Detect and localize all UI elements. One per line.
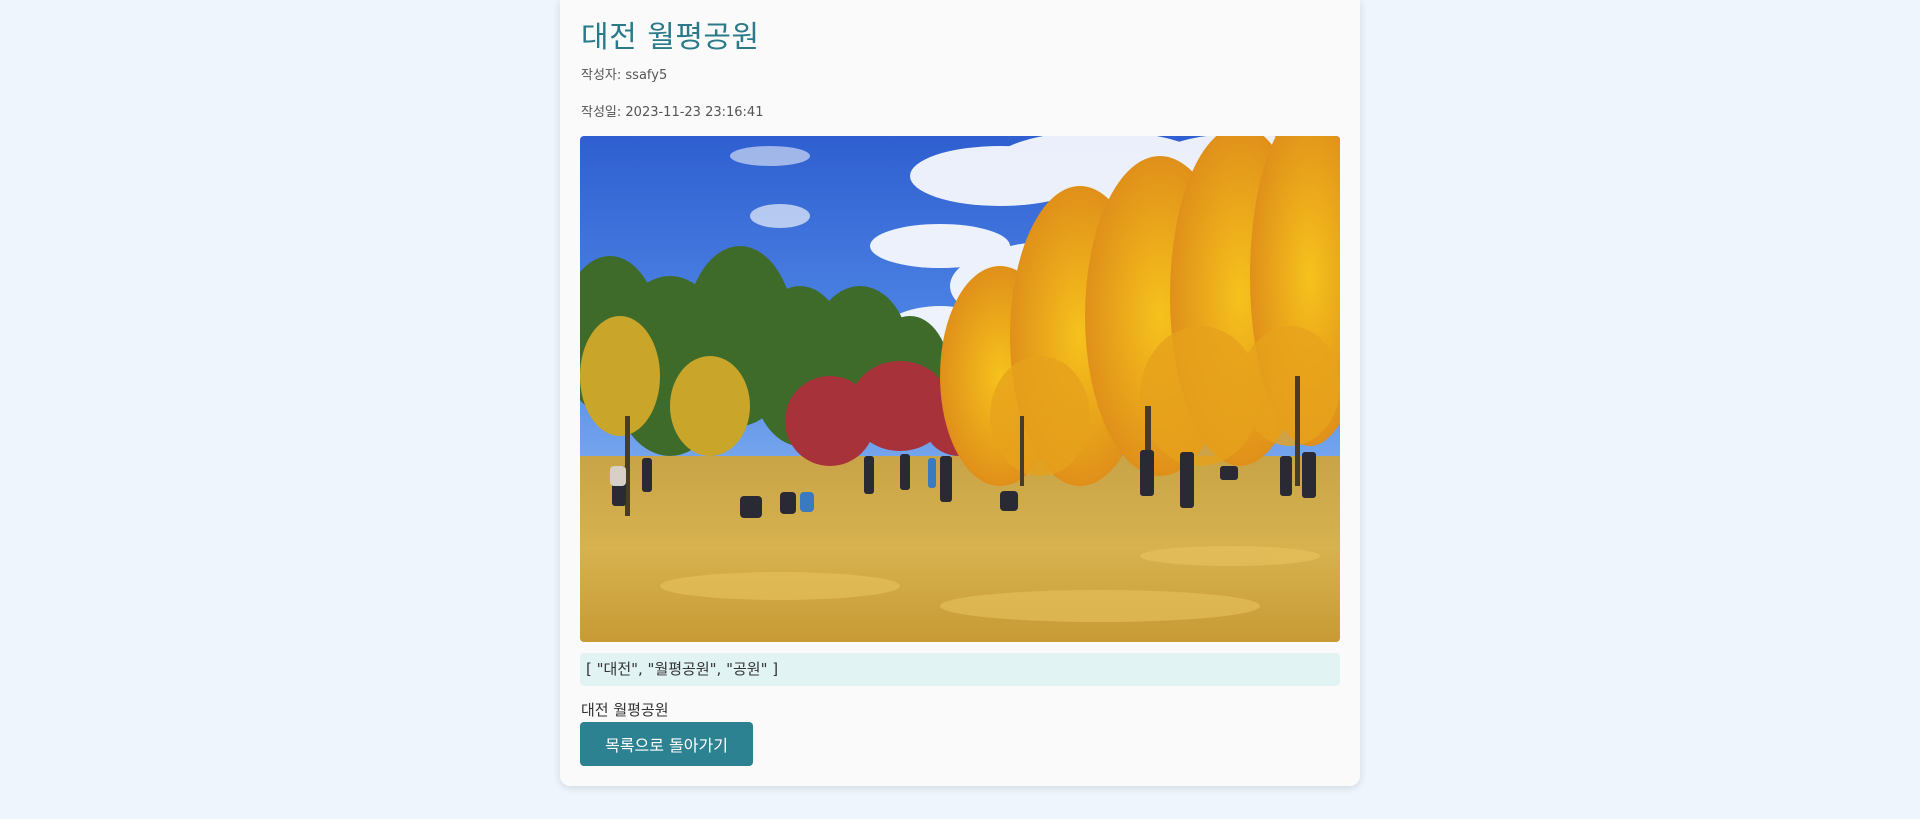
post-tags: [ "대전", "월평공원", "공원" ] xyxy=(580,653,1340,686)
back-to-list-button[interactable]: 목록으로 돌아가기 xyxy=(580,722,753,766)
post-detail-card: 대전 월평공원 작성자: ssafy5 작성일: 2023-11-23 23:1… xyxy=(560,0,1360,786)
post-content: 대전 월평공원 xyxy=(581,701,669,719)
post-image xyxy=(580,136,1340,642)
date-value: 2023-11-23 23:16:41 xyxy=(625,105,764,120)
date-label: 작성일: xyxy=(581,105,622,120)
post-author: 작성자: ssafy5 xyxy=(581,64,667,83)
post-date: 작성일: 2023-11-23 23:16:41 xyxy=(581,101,763,120)
author-label: 작성자: xyxy=(581,68,622,83)
post-title: 대전 월평공원 xyxy=(581,20,760,55)
author-value: ssafy5 xyxy=(625,68,668,83)
